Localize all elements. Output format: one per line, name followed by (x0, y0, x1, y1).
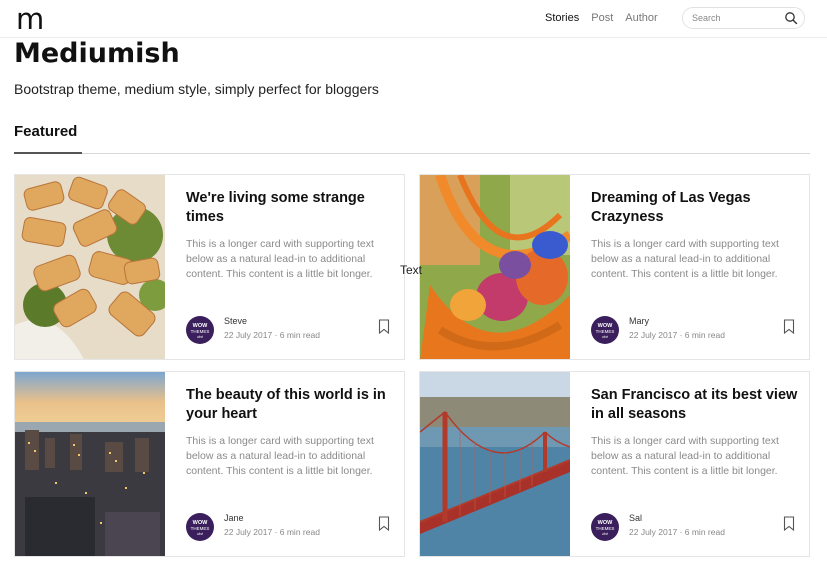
card-image-city[interactable] (15, 372, 165, 556)
card-meta: WOW THEMES dot Mary 22 July 2017 · 6 min… (591, 315, 803, 345)
section-divider (14, 153, 810, 154)
card-title[interactable]: The beauty of this world is in your hear… (186, 386, 398, 424)
floating-text-label: Text (400, 263, 423, 277)
card-body: The beauty of this world is in your hear… (186, 386, 398, 479)
author-avatar[interactable]: WOW THEMES dot (186, 316, 214, 344)
bookmark-icon[interactable] (783, 319, 795, 334)
card-excerpt: This is a longer card with supporting te… (591, 435, 779, 477)
card-excerpt: This is a longer card with supporting te… (186, 238, 374, 280)
card-meta: WOW THEMES dot Steve 22 July 2017 · 6 mi… (186, 315, 398, 345)
site-logo[interactable]: m (16, 2, 44, 36)
card-body: Dreaming of Las Vegas Crazyness This is … (591, 189, 803, 282)
avatar-logo-mark: dot (197, 531, 203, 536)
featured-card[interactable]: Dreaming of Las Vegas Crazyness This is … (419, 174, 810, 360)
main-nav: Stories Post Author (545, 12, 670, 24)
avatar-logo-mark: dot (602, 334, 608, 339)
author-avatar[interactable]: WOW THEMES dot (591, 316, 619, 344)
post-date: 22 July 2017 · 6 min read (224, 527, 320, 537)
search-box (682, 7, 805, 29)
search-input[interactable] (692, 11, 782, 25)
bookmark-icon[interactable] (378, 319, 390, 334)
featured-card[interactable]: San Francisco at its best view in all se… (419, 371, 810, 557)
nav-link-author[interactable]: Author (625, 12, 657, 24)
site-title: Mediumish (14, 38, 180, 69)
section-title: Featured (14, 123, 78, 140)
card-body: We're living some strange times This is … (186, 189, 398, 282)
card-image-food[interactable] (15, 175, 165, 359)
author-name[interactable]: Mary (629, 316, 649, 326)
author-avatar[interactable]: WOW THEMES dot (591, 513, 619, 541)
card-excerpt: This is a longer card with supporting te… (591, 238, 779, 280)
avatar-logo-mark: dot (602, 531, 608, 536)
post-date: 22 July 2017 · 6 min read (629, 330, 725, 340)
card-title[interactable]: We're living some strange times (186, 189, 398, 227)
author-name[interactable]: Sal (629, 513, 642, 523)
nav-link-stories[interactable]: Stories (545, 12, 579, 24)
section-divider-accent (14, 152, 82, 154)
bookmark-icon[interactable] (783, 516, 795, 531)
featured-card[interactable]: The beauty of this world is in your hear… (14, 371, 405, 557)
search-icon[interactable] (784, 11, 798, 25)
card-image-bridge[interactable] (420, 372, 570, 556)
card-meta: WOW THEMES dot Jane 22 July 2017 · 6 min… (186, 512, 398, 542)
avatar-logo-mark: dot (197, 334, 203, 339)
nav-link-post[interactable]: Post (591, 12, 613, 24)
card-title[interactable]: San Francisco at its best view in all se… (591, 386, 803, 424)
card-meta: WOW THEMES dot Sal 22 July 2017 · 6 min … (591, 512, 803, 542)
bookmark-icon[interactable] (378, 516, 390, 531)
card-image-easter-eggs[interactable] (420, 175, 570, 359)
author-name[interactable]: Jane (224, 513, 244, 523)
post-date: 22 July 2017 · 6 min read (224, 330, 320, 340)
featured-card[interactable]: We're living some strange times This is … (14, 174, 405, 360)
card-title[interactable]: Dreaming of Las Vegas Crazyness (591, 189, 803, 227)
card-excerpt: This is a longer card with supporting te… (186, 435, 374, 477)
post-date: 22 July 2017 · 6 min read (629, 527, 725, 537)
navbar: m Stories Post Author (0, 0, 827, 38)
card-body: San Francisco at its best view in all se… (591, 386, 803, 479)
site-tagline: Bootstrap theme, medium style, simply pe… (14, 81, 379, 97)
author-name[interactable]: Steve (224, 316, 247, 326)
author-avatar[interactable]: WOW THEMES dot (186, 513, 214, 541)
